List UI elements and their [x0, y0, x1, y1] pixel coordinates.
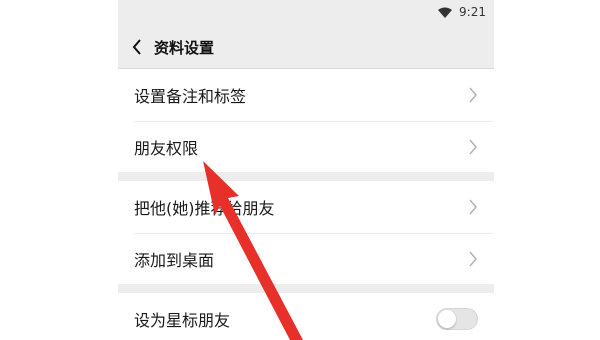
- page-title: 资料设置: [154, 38, 215, 57]
- chevron-right-icon: [468, 251, 478, 267]
- status-indicators: 9:21: [438, 5, 486, 19]
- status-bar: 9:21: [118, 0, 494, 26]
- settings-item-star-friend: 设为星标朋友: [118, 293, 494, 340]
- settings-item-label: 把他(她)推荐给朋友: [134, 199, 275, 218]
- settings-item-label: 设为星标朋友: [134, 311, 231, 330]
- phone-screen: 9:21 资料设置 设置备注和标签 朋友权限 把他(她)推荐给朋友 添加到桌面 …: [118, 0, 494, 340]
- section-gap: [118, 284, 494, 293]
- settings-item-remarks-tags[interactable]: 设置备注和标签: [118, 69, 494, 121]
- wifi-icon: [438, 7, 453, 18]
- chevron-right-icon: [468, 87, 478, 103]
- nav-bar: 资料设置: [118, 26, 494, 69]
- settings-item-label: 添加到桌面: [134, 251, 215, 270]
- section-gap: [118, 172, 494, 181]
- settings-item-recommend-to-friends[interactable]: 把他(她)推荐给朋友: [118, 181, 494, 233]
- toggle-knob: [438, 310, 456, 328]
- settings-item-label: 设置备注和标签: [134, 87, 247, 106]
- chevron-right-icon: [468, 139, 478, 155]
- chevron-left-icon[interactable]: [128, 38, 146, 56]
- chevron-right-icon: [468, 199, 478, 215]
- settings-item-add-to-desktop[interactable]: 添加到桌面: [118, 234, 494, 284]
- star-friend-toggle[interactable]: [436, 308, 478, 330]
- settings-item-label: 朋友权限: [134, 139, 199, 158]
- settings-item-friend-permissions[interactable]: 朋友权限: [118, 122, 494, 172]
- status-time: 9:21: [459, 5, 486, 19]
